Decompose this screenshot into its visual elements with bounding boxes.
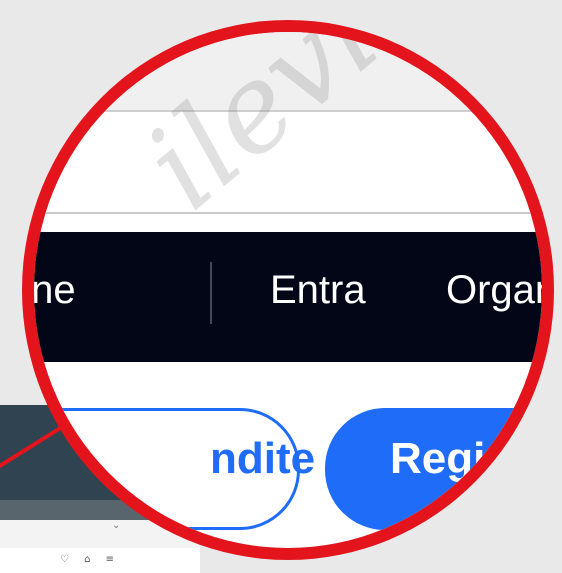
search-field[interactable] <box>34 112 542 214</box>
nav-item-partial[interactable]: ione <box>34 268 76 313</box>
sell-button-label: ndite <box>210 434 316 483</box>
magnified-callout: ione Entra Organiz ndite Regist ilevito <box>22 20 554 560</box>
register-button-label: Regist <box>390 434 525 483</box>
browser-toolbar-icons: ♡ ⌂ ≡ <box>60 554 121 565</box>
header-strip <box>34 32 542 110</box>
nav-item-login[interactable]: Entra <box>270 268 366 313</box>
nav-separator <box>210 262 212 324</box>
nav-item-organize[interactable]: Organiz <box>446 268 542 313</box>
